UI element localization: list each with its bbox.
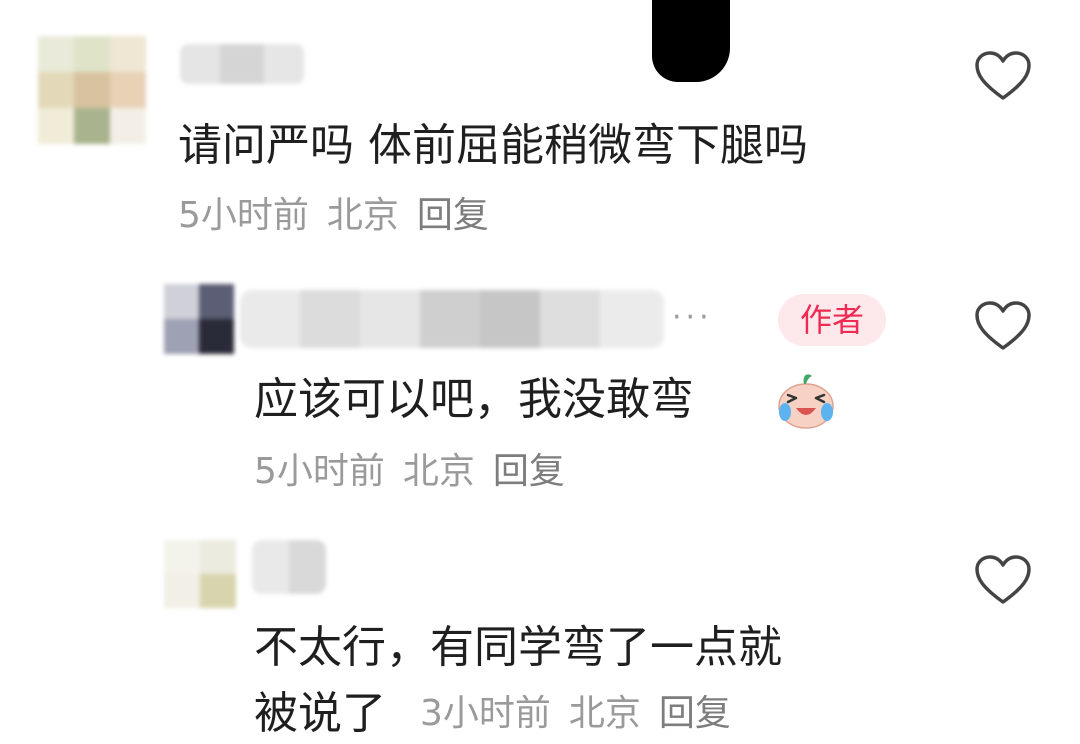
timestamp: 5小时前 (178, 195, 309, 236)
reply-button[interactable]: 回复 (493, 451, 565, 492)
author-badge: 作者 (778, 294, 886, 346)
timestamp: 3小时前 (420, 693, 551, 734)
username[interactable] (240, 290, 664, 348)
reply-button[interactable]: 回复 (659, 693, 731, 734)
avatar[interactable] (38, 36, 146, 144)
comment-meta: 5小时前 北京 回复 (178, 192, 489, 240)
like-heart-icon[interactable] (974, 300, 1032, 352)
comment-text-line-2: 被说了 (254, 688, 386, 739)
like-heart-icon[interactable] (974, 50, 1032, 102)
location: 北京 (568, 693, 641, 734)
redaction-mark (652, 0, 730, 82)
avatar[interactable] (164, 284, 234, 354)
comment-meta: 3小时前 北京 回复 (420, 690, 731, 738)
name-ellipsis: ··· (672, 300, 713, 335)
location: 北京 (326, 195, 399, 236)
reply-button[interactable]: 回复 (417, 195, 489, 236)
comment-text-line-1: 不太行，有同学弯了一点就 (254, 622, 782, 673)
comment-text: 应该可以吧，我没敢弯 (254, 374, 694, 425)
timestamp: 5小时前 (254, 451, 385, 492)
username[interactable] (180, 44, 304, 84)
avatar[interactable] (164, 540, 236, 608)
comment-text: 请问严吗 体前屈能稍微弯下腿吗 (178, 120, 808, 171)
location: 北京 (402, 451, 475, 492)
crying-laughing-face-icon (778, 374, 834, 429)
comment-meta: 5小时前 北京 回复 (254, 448, 565, 496)
like-heart-icon[interactable] (974, 554, 1032, 606)
username[interactable] (252, 540, 326, 594)
